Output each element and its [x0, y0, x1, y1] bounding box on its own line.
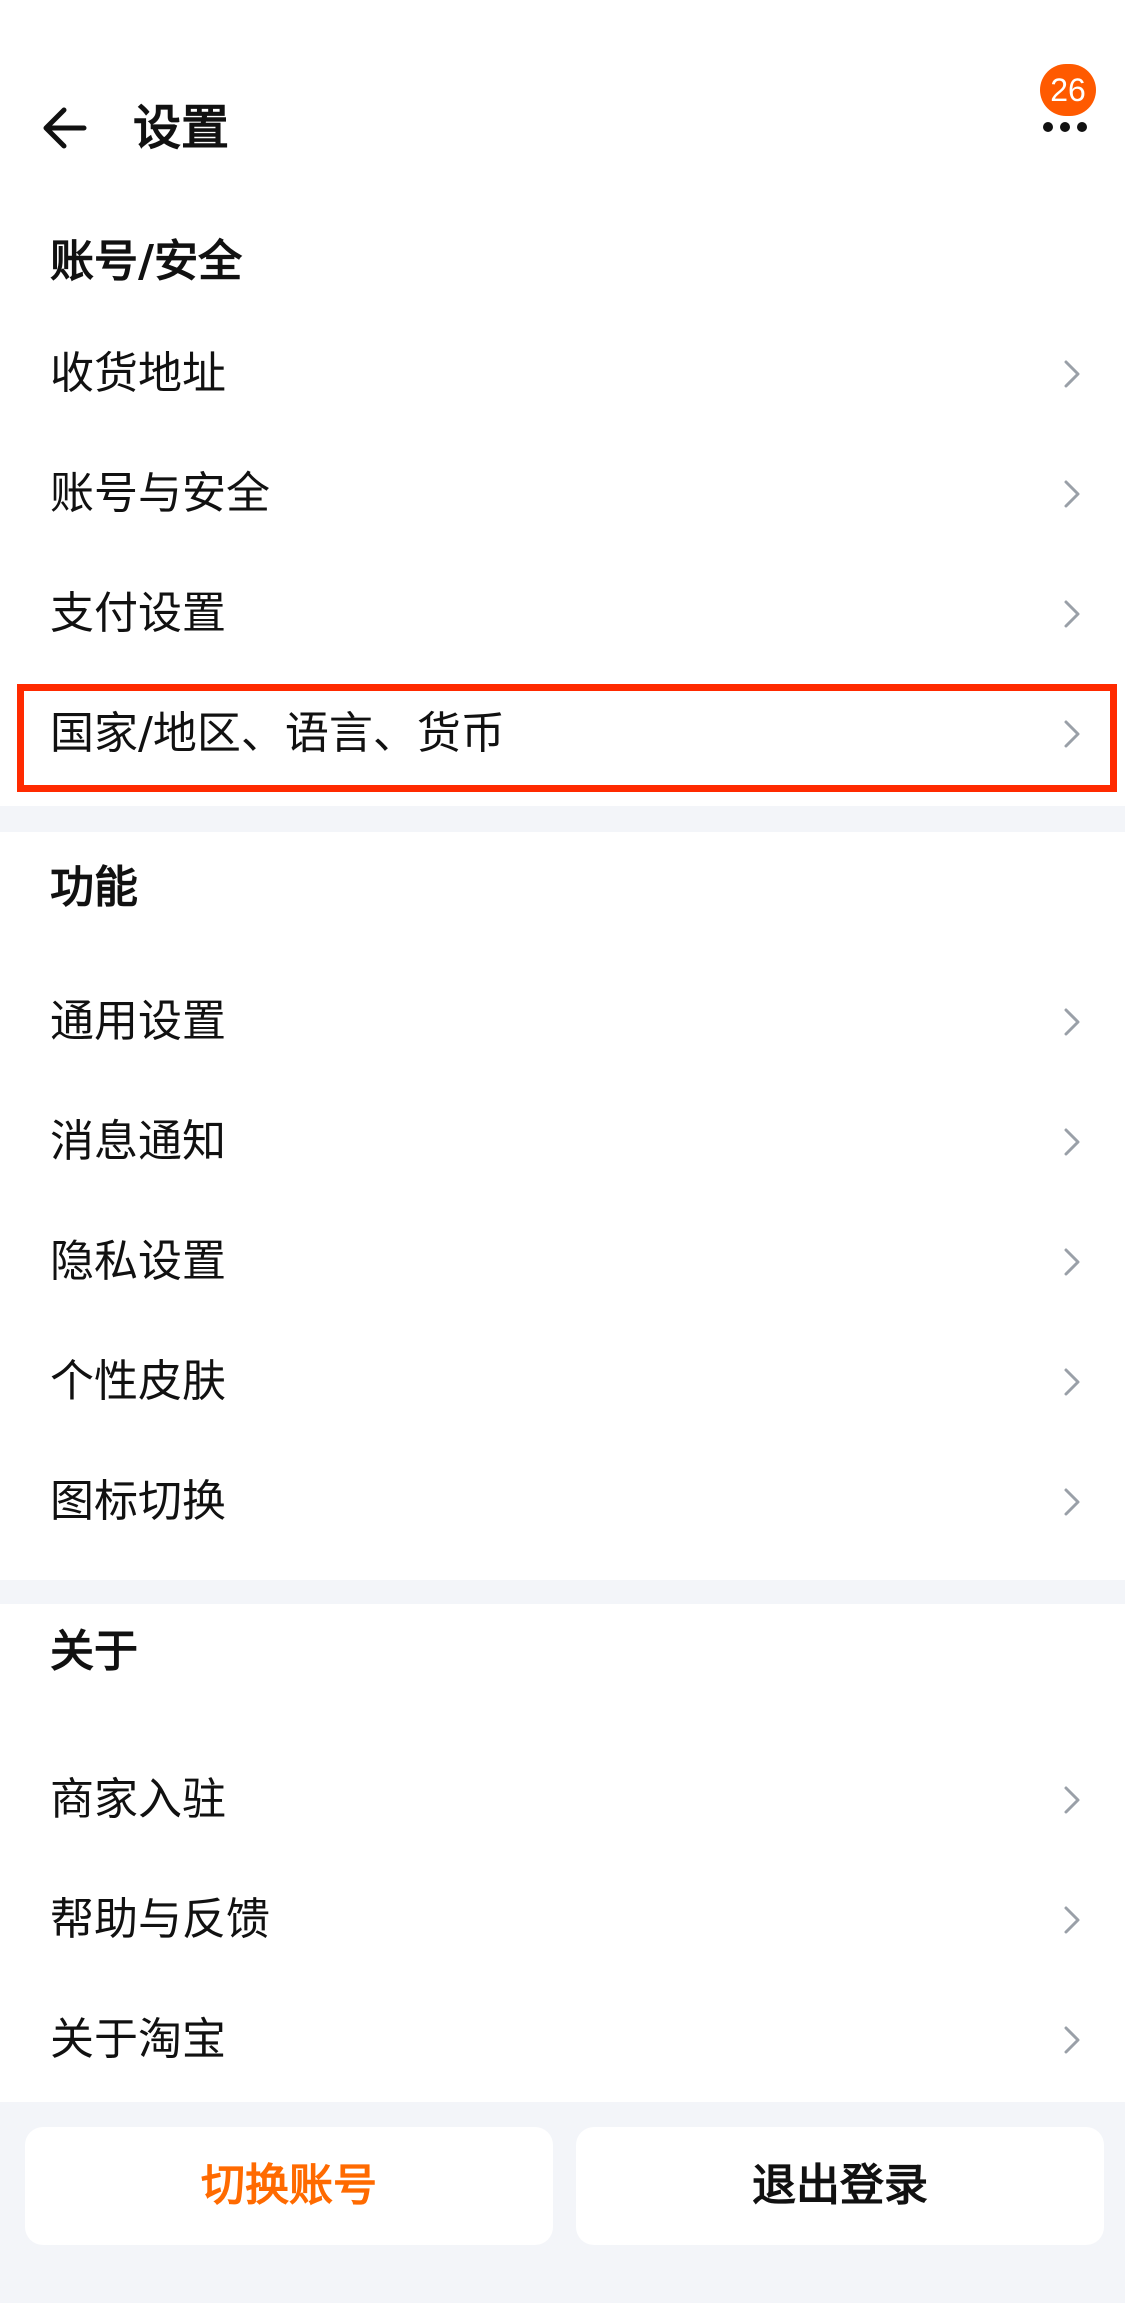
settings-item-account-security[interactable]: 账号与安全: [0, 434, 1125, 554]
section-about: 关于 商家入驻 帮助与反馈 关于淘宝: [0, 1604, 1125, 2102]
chevron-right-icon: [1064, 1128, 1080, 1156]
section-features: 功能 通用设置 消息通知 隐私设置 个性皮肤 图标切换: [0, 832, 1125, 1580]
settings-item-label: 帮助与反馈: [50, 1894, 270, 1945]
logout-button[interactable]: 退出登录: [576, 2127, 1104, 2245]
notification-badge: 26: [1040, 64, 1096, 116]
settings-item-payment[interactable]: 支付设置: [0, 554, 1125, 674]
highlight-box: [17, 684, 1117, 792]
settings-item-label: 支付设置: [50, 588, 226, 639]
settings-item-notifications[interactable]: 消息通知: [0, 1082, 1125, 1202]
settings-item-label: 商家入驻: [50, 1774, 226, 1825]
settings-item-privacy[interactable]: 隐私设置: [0, 1202, 1125, 1322]
chevron-right-icon: [1064, 2026, 1080, 2054]
settings-item-label: 隐私设置: [50, 1236, 226, 1287]
settings-item-label: 个性皮肤: [50, 1356, 226, 1407]
settings-item-label: 账号与安全: [50, 468, 270, 519]
settings-item-general[interactable]: 通用设置: [0, 962, 1125, 1082]
section-title: 功能: [50, 862, 138, 913]
settings-item-shipping-address[interactable]: 收货地址: [0, 314, 1125, 434]
settings-item-label: 图标切换: [50, 1476, 226, 1527]
chevron-right-icon: [1064, 1008, 1080, 1036]
settings-item-label: 收货地址: [50, 348, 226, 399]
arrow-left-icon[interactable]: [40, 98, 90, 158]
chevron-right-icon: [1064, 600, 1080, 628]
chevron-right-icon: [1064, 1786, 1080, 1814]
settings-item-help-feedback[interactable]: 帮助与反馈: [0, 1860, 1125, 1980]
settings-item-merchant-join[interactable]: 商家入驻: [0, 1740, 1125, 1860]
top-bar: 设置 26: [0, 0, 1125, 210]
more-horizontal-icon[interactable]: [1040, 112, 1090, 142]
chevron-right-icon: [1064, 1248, 1080, 1276]
settings-item-label: 关于淘宝: [50, 2014, 226, 2065]
settings-item-about-taobao[interactable]: 关于淘宝: [0, 1980, 1125, 2100]
settings-item-app-icon[interactable]: 图标切换: [0, 1442, 1125, 1562]
section-title: 关于: [50, 1626, 138, 1677]
chevron-right-icon: [1064, 1488, 1080, 1516]
chevron-right-icon: [1064, 1368, 1080, 1396]
switch-account-button[interactable]: 切换账号: [25, 2127, 553, 2245]
page-title: 设置: [133, 100, 230, 156]
settings-item-label: 通用设置: [50, 996, 226, 1047]
chevron-right-icon: [1064, 480, 1080, 508]
chevron-right-icon: [1064, 1906, 1080, 1934]
chevron-right-icon: [1064, 360, 1080, 388]
settings-item-skin[interactable]: 个性皮肤: [0, 1322, 1125, 1442]
section-title: 账号/安全: [50, 236, 243, 287]
settings-item-label: 消息通知: [50, 1116, 226, 1167]
